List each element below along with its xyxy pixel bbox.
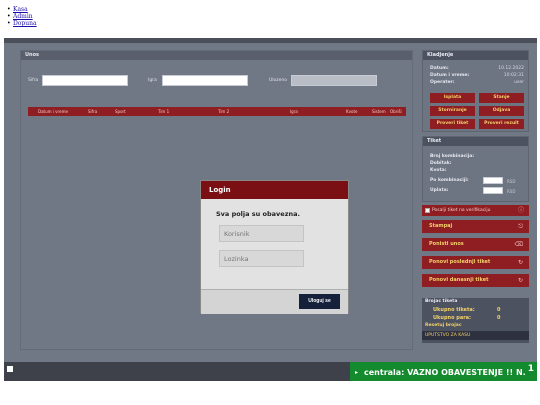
datum-row: Datum: 10.12.2022 (430, 66, 524, 71)
vreme-value: 10:02:31 (503, 73, 524, 78)
col-sport: Sport (115, 109, 126, 114)
news-ticker: ▸ centrala: VAZNO OBAVESTENJE !! N. 1 (350, 362, 537, 381)
ponovi-poslednji-button[interactable]: Ponovi poslednji tiket ↻ (422, 256, 529, 269)
verifikacija-toggle[interactable]: Posalji tiket na verifikaciju ⓘ (422, 205, 529, 216)
po-kombinaciji-input[interactable] (483, 177, 503, 184)
stampaj-label: Stampaj (429, 223, 453, 229)
ponovi-poslednji-label: Ponovi poslednji tiket (429, 259, 491, 265)
nav-item-kasa: Kasa (6, 6, 37, 13)
uplata-currency: RSD (507, 189, 516, 194)
col-kvote: Kvote (346, 109, 358, 114)
col-obrisi: Obriši (390, 109, 402, 114)
sifra-input[interactable] (42, 75, 128, 86)
ponovi-danasnji-label: Ponovi danasnji tiket (429, 277, 489, 283)
nav-link-dopuna[interactable]: Dopuna (13, 20, 37, 27)
verifikacija-checkbox[interactable] (425, 208, 430, 213)
proveri-tiket-button[interactable]: Proveri tiket (430, 119, 475, 129)
status-square (7, 366, 13, 372)
igra-label: Igra (148, 78, 157, 83)
col-igra: Igra (290, 109, 298, 114)
isplata-button[interactable]: Isplata (430, 93, 475, 103)
login-modal-body: Sva polja su obavezna. (201, 199, 348, 289)
unos-input-row: Sifra Igra Ulozeno (21, 75, 412, 87)
top-nav: Kasa Admin Dopuna (6, 6, 37, 27)
ukupno-para-value: 0 (497, 315, 501, 321)
odjava-button[interactable]: Odjava (479, 106, 524, 116)
page: Kasa Admin Dopuna Unos Sifra Igra Ulozen… (0, 0, 540, 405)
table-header: Datum i vreme Sifra Sport Tim 1 Tim 2 Ig… (28, 107, 406, 116)
operater-value: user (514, 80, 524, 85)
proveri-rezult-button[interactable]: Proveri rezult (479, 119, 524, 129)
dobitak-label: Dobitak: (430, 161, 452, 166)
login-submit-button[interactable]: Uloguj se (299, 294, 340, 309)
info-icon: ⓘ (517, 207, 524, 214)
login-modal-title: Login (201, 181, 348, 199)
kladjenje-panel: Kladjenje Datum: 10.12.2022 Datum i vrem… (422, 50, 529, 132)
col-datum: Datum i vreme (38, 109, 68, 114)
lock-icon: ⎋ (518, 223, 523, 230)
top-bar (4, 38, 537, 43)
col-tim1: Tim 1 (158, 109, 170, 114)
ulozeno-input (291, 75, 377, 86)
ukupno-tiketa-value: 0 (497, 307, 501, 313)
datum-value: 10.12.2022 (498, 66, 524, 71)
ticker-count: 1 (527, 364, 534, 374)
stampaj-button[interactable]: Stampaj ⎋ (422, 220, 529, 233)
ticker-arrow-icon: ▸ (355, 369, 359, 376)
verifikacija-label: Posalji tiket na verifikaciju (432, 208, 491, 213)
po-kombinaciji-currency: RSD (507, 179, 516, 184)
operater-row: Operater: user (430, 80, 524, 85)
ulozeno-label: Ulozeno (269, 78, 288, 83)
ukupno-tiketa-label: Ukupno tiketa: (433, 307, 475, 313)
login-modal: Login Sva polja su obavezna. Uloguj se (200, 180, 349, 314)
uplata-label: Uplata: (430, 188, 449, 193)
kladjenje-title: Kladjenje (423, 51, 528, 60)
storniranje-button[interactable]: Storniranje (430, 106, 475, 116)
brojac-title: Brojac tiketa (425, 299, 458, 304)
username-input[interactable] (219, 225, 304, 242)
backspace-icon: ⌫ (514, 241, 523, 248)
ponisti-unos-label: Ponisti unos (429, 241, 464, 247)
tiket-panel: Tiket Broj kombinacija: Dobitak: Kvota: … (422, 136, 529, 202)
uplata-input[interactable] (483, 187, 503, 194)
operater-label: Operater: (430, 80, 455, 85)
vreme-label: Datum i vreme: (430, 73, 470, 78)
nav-item-dopuna: Dopuna (6, 20, 37, 27)
broj-kombinacija-label: Broj kombinacija: (430, 154, 475, 159)
nav-item-admin: Admin (6, 13, 37, 20)
col-sifra: Sifra (88, 109, 98, 114)
sifra-label: Sifra (28, 78, 39, 83)
ukupno-para-label: Ukupno para: (433, 315, 472, 321)
resetuj-brojac-button[interactable]: Resetuj brojac (425, 323, 462, 328)
ticker-text: centrala: VAZNO OBAVESTENJE !! N. (364, 368, 526, 377)
login-message: Sva polja su obavezna. (216, 210, 300, 218)
stanje-button[interactable]: Stanje (479, 93, 524, 103)
tiket-title: Tiket (423, 137, 528, 146)
repeat-icon: ↻ (517, 259, 523, 266)
app-window: Unos Sifra Igra Ulozeno Datum i vreme Si… (4, 38, 537, 381)
ponovi-danasnji-button[interactable]: Ponovi danasnji tiket ↻ (422, 274, 529, 287)
repeat-icon: ↻ (517, 277, 523, 284)
datum-label: Datum: (430, 66, 449, 71)
bottom-bar: ▸ centrala: VAZNO OBAVESTENJE !! N. 1 (4, 362, 537, 381)
ponisti-unos-button[interactable]: Ponisti unos ⌫ (422, 238, 529, 251)
kvota-label: Kvota: (430, 168, 447, 173)
uputstvo-link[interactable]: UPUTSTVO ZA KASU (422, 331, 529, 340)
igra-input[interactable] (162, 75, 248, 86)
nav-link-admin[interactable]: Admin (13, 13, 33, 20)
login-modal-footer: Uloguj se (201, 289, 348, 314)
nav-link-kasa[interactable]: Kasa (13, 6, 28, 13)
password-input[interactable] (219, 250, 304, 267)
col-sistem: Sistem (372, 109, 386, 114)
po-kombinaciji-label: Po kombinaciji: (430, 178, 469, 183)
vreme-row: Datum i vreme: 10:02:31 (430, 73, 524, 78)
col-tim2: Tim 2 (218, 109, 230, 114)
brojac-panel: Brojac tiketa Ukupno tiketa: 0 Ukupno pa… (422, 298, 529, 343)
unos-panel-title: Unos (21, 51, 412, 60)
